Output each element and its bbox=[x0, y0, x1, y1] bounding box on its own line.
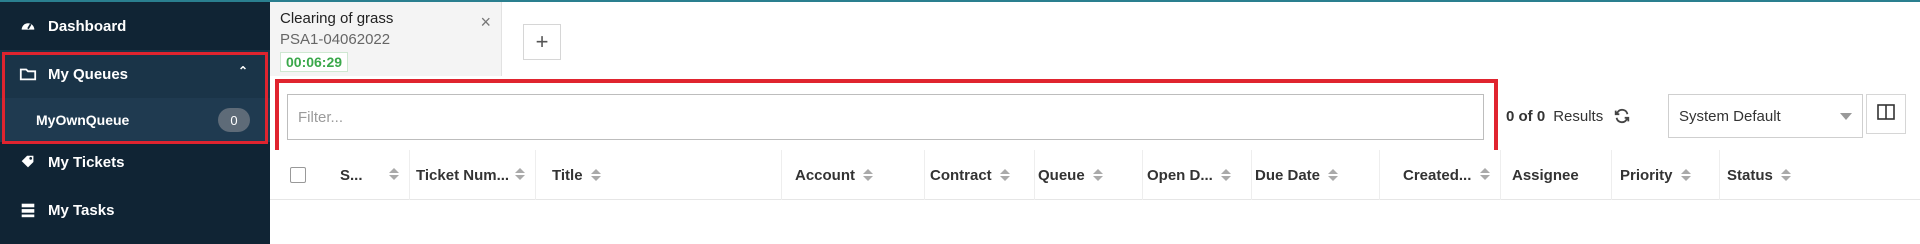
queues-highlight-frame bbox=[2, 52, 268, 144]
sidebar: Dashboard My Queues ⌃ MyOwnQueue 0 My Ti… bbox=[0, 2, 270, 244]
sort-icon[interactable] bbox=[1220, 169, 1231, 181]
column-label: Due Date bbox=[1255, 166, 1321, 184]
results-summary: 0 of 0 Results bbox=[1506, 107, 1631, 125]
select-all-checkbox[interactable] bbox=[290, 167, 306, 183]
results-count: 0 of 0 bbox=[1506, 107, 1546, 125]
columns-icon bbox=[1877, 103, 1895, 125]
sort-icon[interactable] bbox=[1480, 168, 1490, 180]
table-header: S... Ticket Num... Title Account Contrac… bbox=[270, 150, 1920, 200]
sort-icon[interactable] bbox=[389, 168, 399, 180]
column-header-title[interactable]: Title bbox=[552, 150, 782, 200]
tasks-icon bbox=[18, 200, 38, 220]
sort-icon[interactable] bbox=[1328, 169, 1339, 181]
sort-icon[interactable] bbox=[515, 168, 525, 180]
column-header-created[interactable]: Created... bbox=[1403, 150, 1501, 200]
tab-ticket-id: PSA1-04062022 bbox=[280, 31, 391, 48]
tab-title: Clearing of grass bbox=[280, 10, 394, 27]
column-header-s[interactable]: S... bbox=[340, 150, 410, 200]
sort-icon[interactable] bbox=[1780, 169, 1791, 181]
add-tab-button[interactable]: + bbox=[523, 24, 561, 60]
sort-icon[interactable] bbox=[1092, 169, 1103, 181]
tab-timer: 00:06:29 bbox=[280, 52, 349, 72]
chevron-down-icon bbox=[1840, 113, 1852, 120]
tickets-icon bbox=[18, 152, 38, 172]
column-header-queue[interactable]: Queue bbox=[1038, 150, 1143, 200]
column-label: Open D... bbox=[1147, 166, 1213, 184]
sort-icon[interactable] bbox=[590, 169, 601, 181]
view-select[interactable]: System Default bbox=[1668, 94, 1863, 138]
column-header-open-date[interactable]: Open D... bbox=[1147, 150, 1252, 200]
dashboard-icon bbox=[18, 16, 38, 36]
column-header-ticket-number[interactable]: Ticket Num... bbox=[416, 150, 536, 200]
column-label: Title bbox=[552, 166, 583, 184]
column-header-priority[interactable]: Priority bbox=[1620, 150, 1720, 200]
columns-button[interactable] bbox=[1866, 94, 1906, 134]
column-label: S... bbox=[340, 166, 363, 184]
column-header-due-date[interactable]: Due Date bbox=[1255, 150, 1380, 200]
close-icon[interactable]: × bbox=[480, 12, 491, 33]
sort-icon[interactable] bbox=[1680, 169, 1691, 181]
column-label: Account bbox=[795, 166, 855, 184]
results-label: Results bbox=[1553, 107, 1604, 125]
sort-icon[interactable] bbox=[999, 169, 1010, 181]
column-header-status[interactable]: Status bbox=[1727, 150, 1917, 200]
column-label: Status bbox=[1727, 166, 1773, 184]
ticket-tab[interactable]: Clearing of grass PSA1-04062022 00:06:29… bbox=[270, 2, 502, 76]
sidebar-item-my-tasks[interactable]: My Tasks bbox=[0, 186, 270, 234]
sidebar-item-my-tickets[interactable]: My Tickets bbox=[0, 138, 270, 186]
sidebar-item-dashboard[interactable]: Dashboard bbox=[0, 2, 270, 50]
column-label: Priority bbox=[1620, 166, 1673, 184]
sidebar-item-label: Dashboard bbox=[48, 17, 127, 35]
column-header-contract[interactable]: Contract bbox=[930, 150, 1035, 200]
column-label: Ticket Num... bbox=[416, 166, 510, 184]
refresh-icon[interactable] bbox=[1613, 107, 1631, 125]
column-label: Assignee bbox=[1512, 166, 1579, 184]
sidebar-item-label: My Tickets bbox=[48, 153, 125, 171]
column-label: Created... bbox=[1403, 166, 1472, 184]
column-header-assignee[interactable]: Assignee bbox=[1512, 150, 1612, 200]
sort-icon[interactable] bbox=[863, 169, 873, 181]
filter-input[interactable] bbox=[287, 94, 1484, 140]
column-label: Contract bbox=[930, 166, 992, 184]
column-label: Queue bbox=[1038, 166, 1085, 184]
sidebar-item-label: My Tasks bbox=[48, 201, 115, 219]
view-select-value: System Default bbox=[1679, 107, 1781, 125]
column-header-account[interactable]: Account bbox=[795, 150, 925, 200]
